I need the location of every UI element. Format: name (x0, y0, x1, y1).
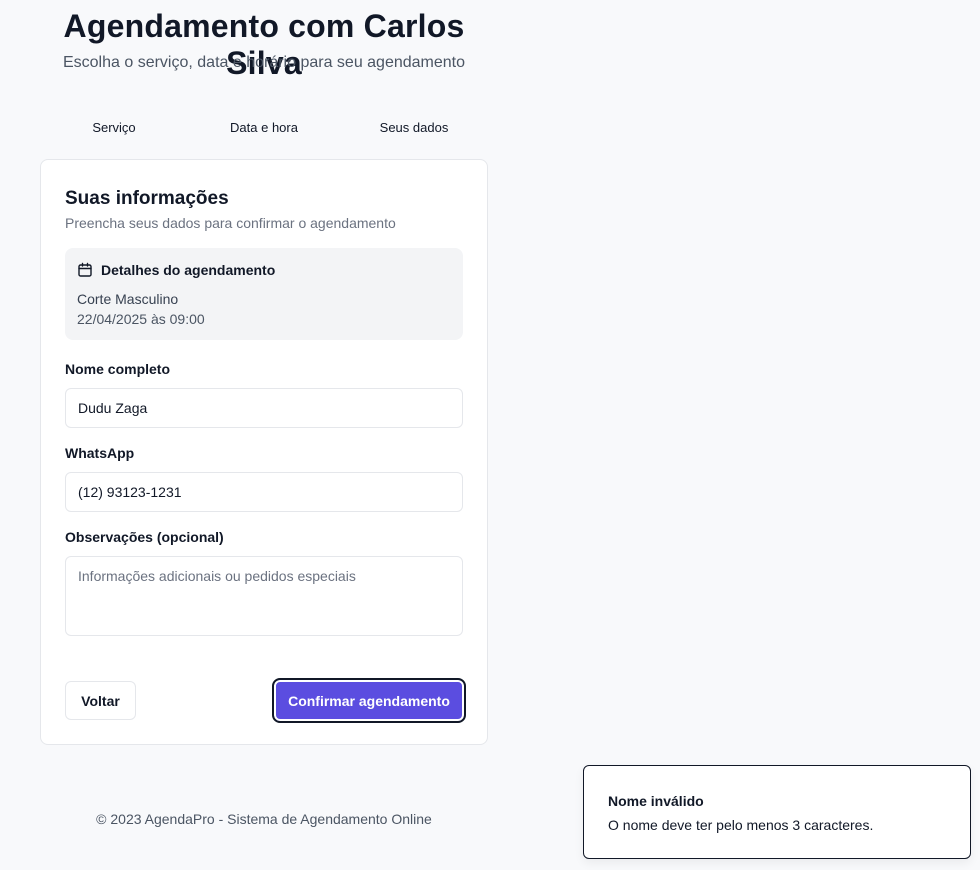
step-your-data[interactable]: Seus dados (340, 120, 488, 135)
name-input[interactable] (65, 388, 463, 428)
booking-page: Agendamento com Carlos Silva Escolha o s… (0, 0, 980, 870)
booking-datetime: 22/04/2025 às 09:00 (77, 311, 205, 327)
footer-copyright: © 2023 AgendaPro - Sistema de Agendament… (96, 811, 432, 827)
booking-details-title: Detalhes do agendamento (101, 262, 276, 278)
step-indicator: Serviço Data e hora Seus dados (40, 120, 488, 135)
name-label: Nome completo (65, 361, 171, 377)
toast-title: Nome inválido (608, 793, 704, 809)
info-card: Suas informações Preencha seus dados par… (40, 159, 488, 745)
whatsapp-label: WhatsApp (65, 445, 135, 461)
whatsapp-input[interactable] (65, 472, 463, 512)
card-description: Preencha seus dados para confirmar o age… (65, 215, 396, 231)
toast-message: O nome deve ter pelo menos 3 caracteres. (608, 817, 874, 833)
page-subtitle: Escolha o serviço, data e horário para s… (62, 54, 466, 71)
confirm-booking-button[interactable]: Confirmar agendamento (272, 678, 466, 723)
step-service[interactable]: Serviço (40, 120, 188, 135)
card-title: Suas informações (65, 188, 229, 209)
step-date-time[interactable]: Data e hora (190, 120, 338, 135)
notes-textarea[interactable] (65, 556, 463, 636)
booking-details-box: Detalhes do agendamento Corte Masculino … (65, 248, 463, 340)
booking-service: Corte Masculino (77, 291, 179, 307)
calendar-icon (77, 262, 93, 278)
booking-details-header: Detalhes do agendamento (77, 262, 275, 278)
error-toast[interactable]: Nome inválido O nome deve ter pelo menos… (583, 765, 971, 859)
notes-label: Observações (opcional) (65, 529, 224, 545)
back-button[interactable]: Voltar (65, 681, 136, 720)
